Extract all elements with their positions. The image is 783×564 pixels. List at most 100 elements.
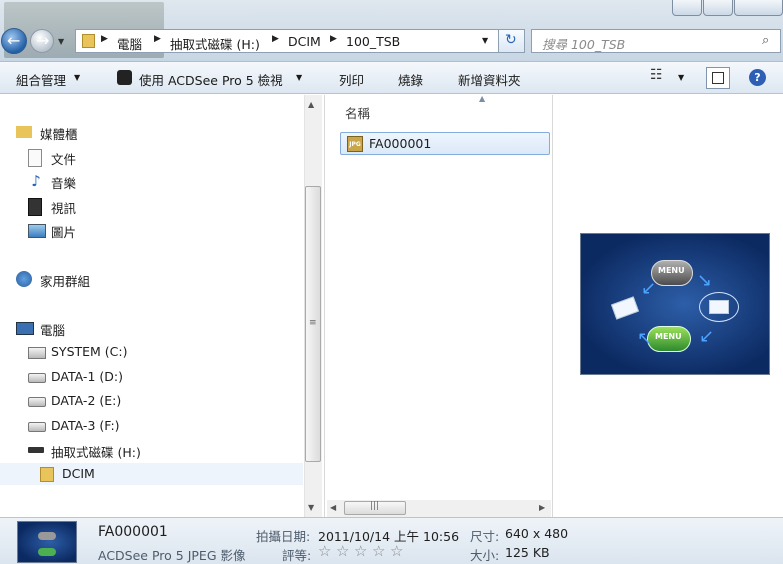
scroll-grip-icon: ≡ — [309, 318, 317, 328]
details-dimensions-label: 尺寸: — [470, 529, 500, 544]
nav-drive-d-label: DATA-1 (D:) — [51, 369, 123, 384]
breadcrumb-separator-icon[interactable]: ▶ — [154, 34, 161, 44]
menu-button-graphic: MENU — [647, 326, 691, 352]
organize-menu-button[interactable]: 組合管理 — [16, 70, 66, 89]
details-size-label: 大小: — [470, 548, 500, 563]
details-thumbnail — [17, 521, 77, 563]
details-file-type: ACDSee Pro 5 JPEG 影像 — [98, 548, 246, 563]
nav-documents-label: 文件 — [51, 152, 77, 167]
nav-computer-label: 電腦 — [40, 323, 66, 338]
details-date-label: 拍攝日期: — [256, 529, 311, 544]
breadcrumb-separator-icon[interactable]: ▶ — [272, 34, 279, 44]
menu-button-graphic: MENU — [651, 260, 693, 286]
command-bar: 組合管理 ▼ 使用 ACDSee Pro 5 檢視 ▼ 列印 燒錄 新增資料夾 … — [0, 62, 783, 94]
file-item[interactable]: JPG FA000001 — [340, 132, 550, 155]
hard-drive-icon — [28, 397, 46, 407]
nav-pictures-label: 圖片 — [51, 225, 77, 240]
film-strip-icon — [28, 198, 42, 216]
nav-homegroup[interactable]: 家用群組 — [0, 268, 300, 290]
rating-star-4-icon[interactable]: ☆ — [372, 542, 385, 560]
nav-drive-d[interactable]: DATA-1 (D:) — [0, 366, 300, 388]
open-with-button[interactable]: 使用 ACDSee Pro 5 檢視 — [139, 70, 283, 89]
sort-ascending-icon: ▲ — [479, 94, 486, 103]
column-header-name[interactable]: 名稱 — [345, 103, 370, 122]
address-history-dropdown-icon[interactable]: ▼ — [482, 36, 488, 45]
details-size-value: 125 KB — [505, 545, 550, 560]
close-button[interactable] — [734, 0, 783, 16]
nav-music[interactable]: ♪ 音樂 — [0, 170, 300, 192]
breadcrumb-separator-icon[interactable]: ▶ — [330, 34, 337, 44]
recent-pages-dropdown-icon[interactable]: ▼ — [58, 37, 64, 46]
nav-libraries-label: 媒體櫃 — [40, 127, 78, 142]
scroll-up-icon[interactable]: ▲ — [308, 100, 314, 109]
scroll-right-icon[interactable]: ▶ — [539, 503, 545, 512]
cycle-arrow-icon: ↖ — [637, 328, 653, 349]
burn-button[interactable]: 燒錄 — [398, 70, 423, 89]
breadcrumb-computer[interactable]: 電腦 — [117, 34, 142, 53]
breadcrumb-dcim[interactable]: DCIM — [288, 34, 321, 49]
refresh-icon: ↻ — [505, 32, 517, 48]
breadcrumb-separator-icon[interactable]: ▶ — [101, 34, 108, 44]
nav-drive-c-label: SYSTEM (C:) — [51, 344, 128, 359]
nav-computer[interactable]: 電腦 — [0, 317, 300, 339]
search-icon[interactable]: ⌕ — [762, 33, 769, 48]
nav-videos[interactable]: 視訊 — [0, 195, 300, 217]
card-icon — [709, 300, 729, 314]
preview-pane-icon — [712, 72, 724, 84]
rating-star-2-icon[interactable]: ☆ — [336, 542, 349, 560]
view-dropdown-icon[interactable]: ▼ — [678, 73, 684, 82]
cycle-arrow-icon: ↙ — [641, 278, 657, 299]
nav-pictures[interactable]: 圖片 — [0, 219, 300, 241]
removable-drive-icon — [28, 447, 44, 453]
nav-drive-e-label: DATA-2 (E:) — [51, 393, 122, 408]
nav-drive-h[interactable]: 抽取式磁碟 (H:) — [0, 439, 300, 461]
nav-drive-f[interactable]: DATA-3 (F:) — [0, 415, 300, 437]
minimize-button[interactable] — [672, 0, 702, 16]
details-rating-label: 評等: — [282, 548, 312, 563]
print-button[interactable]: 列印 — [339, 70, 364, 89]
help-button[interactable]: ? — [749, 69, 766, 86]
music-note-icon: ♪ — [31, 172, 41, 190]
forward-arrow-icon: → — [36, 31, 50, 50]
folder-icon — [82, 34, 95, 48]
nav-videos-label: 視訊 — [51, 201, 77, 216]
scroll-grip-icon: ||| — [370, 501, 380, 511]
rating-star-1-icon[interactable]: ☆ — [318, 542, 331, 560]
organize-dropdown-icon[interactable]: ▼ — [74, 73, 80, 82]
nav-libraries[interactable]: 媒體櫃 — [0, 121, 300, 143]
back-button[interactable]: ← — [1, 28, 27, 54]
refresh-button[interactable]: ↻ — [498, 29, 525, 53]
breadcrumb-100-tsb[interactable]: 100_TSB — [346, 34, 400, 49]
open-with-dropdown-icon[interactable]: ▼ — [296, 73, 302, 82]
jpg-file-icon: JPG — [347, 136, 363, 152]
nav-drive-f-label: DATA-3 (F:) — [51, 418, 120, 433]
breadcrumb-removable-drive[interactable]: 抽取式磁碟 (H:) — [170, 34, 260, 53]
cycle-arrow-icon: ↙ — [699, 326, 715, 347]
menu-button-graphic — [38, 532, 56, 540]
nav-documents[interactable]: 文件 — [0, 146, 300, 168]
scroll-down-icon[interactable]: ▼ — [308, 503, 314, 512]
scroll-left-icon[interactable]: ◀ — [330, 503, 336, 512]
nav-dcim[interactable]: DCIM — [0, 463, 303, 485]
forward-button[interactable]: → — [30, 29, 54, 53]
new-folder-button[interactable]: 新增資料夾 — [458, 70, 521, 89]
details-dimensions-value: 640 x 480 — [505, 526, 569, 541]
system-drive-icon — [28, 347, 46, 359]
rating-star-5-icon[interactable]: ☆ — [390, 542, 403, 560]
address-bar[interactable]: ▶ 電腦 ▶ 抽取式磁碟 (H:) ▶ DCIM ▶ 100_TSB ▼ — [75, 29, 525, 53]
view-options-icon[interactable]: ☷ — [650, 67, 663, 83]
menu-label-bottom: MENU — [655, 332, 682, 341]
homegroup-icon — [16, 271, 32, 287]
preview-pane-toggle[interactable] — [706, 67, 730, 89]
file-list-pane — [324, 95, 552, 517]
back-arrow-icon: ← — [7, 31, 21, 50]
search-box[interactable]: 搜尋 100_TSB ⌕ — [531, 29, 781, 53]
nav-drive-c[interactable]: SYSTEM (C:) — [0, 341, 300, 363]
library-folder-icon — [16, 126, 32, 138]
nav-drive-h-label: 抽取式磁碟 (H:) — [51, 445, 141, 460]
cycle-arrow-icon: ↘ — [697, 270, 713, 291]
maximize-button[interactable] — [703, 0, 733, 16]
nav-drive-e[interactable]: DATA-2 (E:) — [0, 390, 300, 412]
card-icon — [610, 296, 640, 320]
rating-star-3-icon[interactable]: ☆ — [354, 542, 367, 560]
